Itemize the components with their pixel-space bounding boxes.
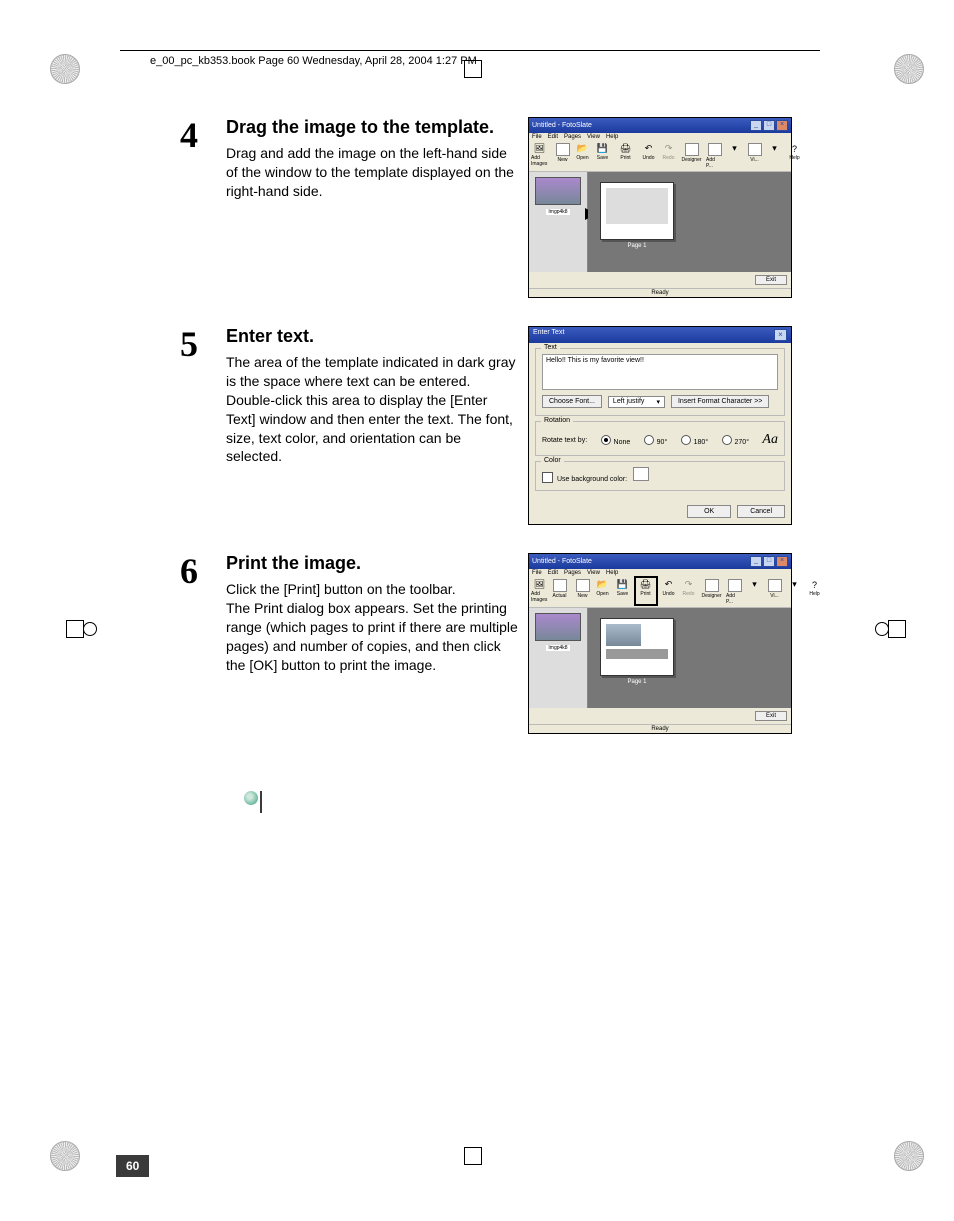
open-button: 📂Open <box>574 143 591 161</box>
help-button: ?Help <box>806 579 823 597</box>
app-window-screenshot-print: Untitled - FotoSlate _ □ × FileEditPages… <box>528 553 792 734</box>
save-button: 💾Save <box>594 143 611 161</box>
step-number: 5 <box>180 326 226 525</box>
justify-select: Left justify <box>608 396 665 408</box>
redo-button: ↷Redo <box>680 579 697 597</box>
maximize-icon: □ <box>763 556 775 567</box>
status-bar: Ready <box>529 724 791 733</box>
content: 4 Drag the image to the template. Drag a… <box>120 77 820 734</box>
crop-mark-icon <box>894 1141 924 1171</box>
radio-180: 180° <box>681 435 708 446</box>
step-text: The area of the template indicated in da… <box>226 353 518 466</box>
new-button: New <box>574 579 591 599</box>
radio-90: 90° <box>644 435 668 446</box>
choose-font-button: Choose Font... <box>542 395 602 408</box>
section-marker-icon <box>244 791 258 805</box>
window-title: Untitled - FotoSlate <box>532 558 592 565</box>
help-button: ?Help <box>786 143 803 161</box>
page-frame: e_00_pc_kb353.book Page 60 Wednesday, Ap… <box>120 50 820 1151</box>
crop-mark-icon <box>50 54 80 84</box>
use-bg-checkbox: Use background color: <box>542 476 649 483</box>
step-title: Drag the image to the template. <box>226 117 518 138</box>
step-number: 6 <box>180 553 226 734</box>
thumbnail-label: Imgp4k8 <box>546 209 569 215</box>
reg-ring-icon <box>83 622 97 636</box>
status-bar: Ready <box>529 288 791 297</box>
step-text: Click the [Print] button on the toolbar.… <box>226 580 518 674</box>
template-page: Page 1 <box>600 182 674 240</box>
open-button: 📂Open <box>594 579 611 597</box>
thumbnail-image <box>535 177 581 205</box>
window-title: Untitled - FotoSlate <box>532 122 592 129</box>
close-icon: × <box>774 329 787 341</box>
add-images-button: 🖼Add Images <box>531 143 548 167</box>
rotate-by-label: Rotate text by: <box>542 437 587 444</box>
rotation-group-label: Rotation <box>541 417 573 424</box>
minimize-icon: _ <box>750 120 762 131</box>
dialog-title: Enter Text <box>533 329 564 341</box>
cancel-button: Cancel <box>737 505 785 518</box>
toolbar: 🖼Add Images New 📂Open 💾Save 🖨Print ↶Undo… <box>529 141 791 172</box>
step-title: Enter text. <box>226 326 518 347</box>
color-group-label: Color <box>541 457 564 464</box>
close-icon: × <box>776 556 788 567</box>
maximize-icon: □ <box>763 120 775 131</box>
redo-button: ↷Redo <box>660 143 677 161</box>
ok-button: OK <box>687 505 731 518</box>
step-text: Drag and add the image on the left-hand … <box>226 144 518 201</box>
undo-button: ↶Undo <box>640 143 657 161</box>
step-number: 4 <box>180 117 226 298</box>
designer-button: Designer <box>703 579 720 599</box>
add-page-button: Add P... <box>706 143 723 169</box>
thumbnail-label: Imgp4k8 <box>546 645 569 651</box>
reg-ring-icon <box>875 622 889 636</box>
add-images-button: 🖼Add Images <box>531 579 548 603</box>
print-button: 🖨Print <box>617 143 634 161</box>
step-title: Print the image. <box>226 553 518 574</box>
undo-button: ↶Undo <box>660 579 677 597</box>
text-input: Hello!! This is my favorite view!! <box>542 354 778 390</box>
enter-text-dialog: Enter Text × Text Hello!! This is my fav… <box>528 326 792 525</box>
print-button: 🖨Print <box>637 579 654 597</box>
add-page-button: Add P... <box>726 579 743 605</box>
view-button: Vi... <box>746 143 763 163</box>
placed-image <box>606 624 641 646</box>
header-line: e_00_pc_kb353.book Page 60 Wednesday, Ap… <box>120 51 820 77</box>
exit-button: Exit <box>755 711 787 721</box>
app-window-screenshot: Untitled - FotoSlate _ □ × FileEditPages… <box>528 117 792 298</box>
menubar: FileEditPagesViewHelp <box>529 569 791 577</box>
reg-mark-icon <box>66 620 84 638</box>
view-button: Vi... <box>766 579 783 599</box>
color-swatch <box>633 467 649 481</box>
radio-none: None <box>601 435 631 446</box>
new-button: New <box>554 143 571 163</box>
thumbnail-image <box>535 613 581 641</box>
exit-button: Exit <box>755 275 787 285</box>
preview-aa: Aa <box>762 432 778 448</box>
step-6: 6 Print the image. Click the [Print] but… <box>180 553 790 734</box>
step-4: 4 Drag the image to the template. Drag a… <box>180 117 790 298</box>
close-icon: × <box>776 120 788 131</box>
designer-button: Designer <box>683 143 700 163</box>
step-5: 5 Enter text. The area of the template i… <box>180 326 790 525</box>
text-group-label: Text <box>541 344 560 351</box>
radio-270: 270° <box>722 435 749 446</box>
section-marker-icon <box>260 791 262 813</box>
reg-mark-icon <box>888 620 906 638</box>
minimize-icon: _ <box>750 556 762 567</box>
crop-mark-icon <box>50 1141 80 1171</box>
template-page: Page 1 <box>600 618 674 676</box>
save-button: 💾Save <box>614 579 631 597</box>
toolbar: 🖼Add Images Actual New 📂Open 💾Save 🖨Prin… <box>529 577 791 608</box>
page-number: 60 <box>116 1155 149 1177</box>
crop-mark-icon <box>894 54 924 84</box>
print-highlight <box>634 576 658 606</box>
actual-button: Actual <box>551 579 568 599</box>
insert-char-button: Insert Format Character >> <box>671 395 769 408</box>
menubar: FileEditPagesViewHelp <box>529 133 791 141</box>
